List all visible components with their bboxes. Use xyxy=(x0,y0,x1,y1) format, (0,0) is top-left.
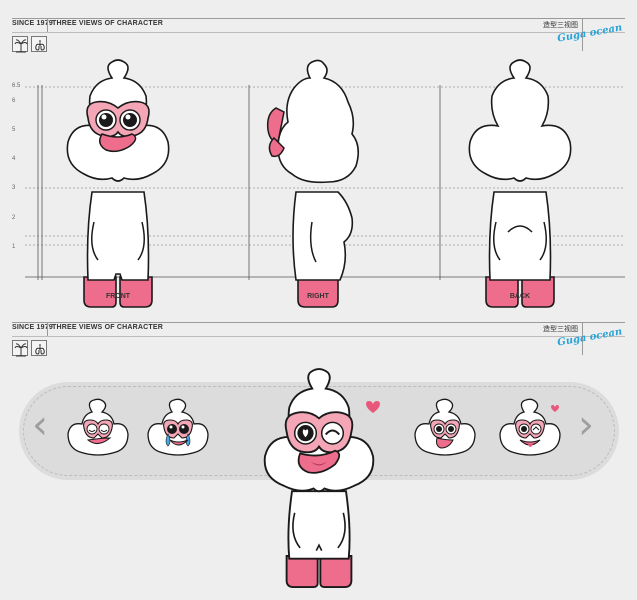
expression-crying[interactable] xyxy=(143,398,213,468)
expression-wink-tongue[interactable] xyxy=(495,398,565,468)
expression-surprised[interactable] xyxy=(410,398,480,468)
chevron-left-icon[interactable]: ‹ xyxy=(32,405,48,445)
right-label: RIGHT xyxy=(307,293,329,300)
expression-wink-heart[interactable] xyxy=(219,355,419,600)
lungs-icon xyxy=(31,340,47,356)
character-back-view xyxy=(468,59,572,308)
character-right-view xyxy=(266,59,360,308)
expression-goggles-neutral[interactable] xyxy=(63,398,133,468)
chevron-right-icon[interactable]: › xyxy=(578,405,594,445)
character-front-view xyxy=(66,59,170,308)
sheet-title-cn: 造型三视图 xyxy=(543,325,578,333)
palm-tree-icon xyxy=(12,340,28,357)
front-label: FRONT xyxy=(105,293,131,300)
sheet-title: THREE VIEWS OF CHARACTER xyxy=(52,324,163,331)
back-label: BACK xyxy=(509,293,531,300)
heart-icon xyxy=(366,401,380,413)
